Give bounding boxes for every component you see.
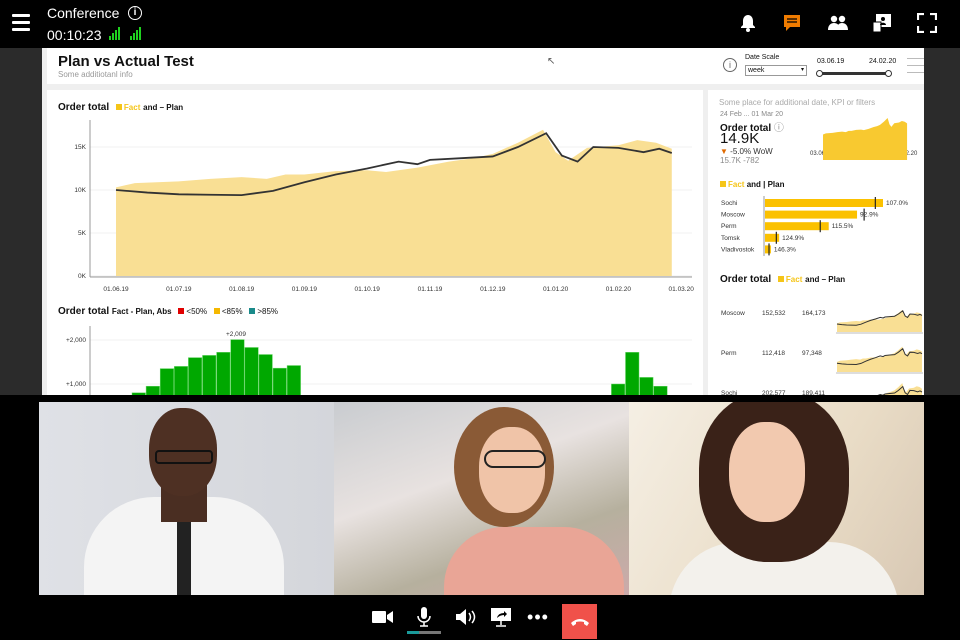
x-tick-label: 01.08.19 (229, 286, 255, 293)
hbar-fact (765, 210, 858, 219)
bell-icon[interactable] (737, 12, 759, 34)
row-fact-sparkline (880, 383, 922, 395)
mic-level-bar (407, 631, 441, 634)
charts-layer: 0K 5K 10K 15K 01.06.19 01.07.19 01.08.19 01.09.… (66, 118, 923, 395)
screen-share-icon[interactable] (489, 606, 513, 628)
diff-bar (159, 368, 174, 395)
hang-up-icon (570, 618, 589, 626)
video-tile-participant-3[interactable] (629, 402, 924, 595)
diff-bar (145, 385, 160, 395)
hbar-fact (765, 222, 829, 231)
diff-bar (653, 385, 668, 395)
row-city: Moscow (721, 310, 745, 317)
peak-label: +2,009 (226, 331, 246, 338)
diff-bar (611, 383, 626, 395)
row-plan: 164,173 (802, 310, 826, 317)
x-tick-label: 01.10.19 (355, 286, 381, 293)
diff-bar (216, 352, 231, 395)
video-tiles (39, 402, 924, 595)
y-tick-label: 0K (78, 273, 87, 280)
top-bar: Conference i 00:10:23 (0, 0, 960, 48)
row-fact: 202,577 (762, 390, 786, 395)
diff-bar (258, 354, 273, 395)
participant-face (729, 422, 805, 522)
diff-bar (174, 366, 189, 395)
hbar-fact (765, 199, 883, 207)
hbar-category: Tomsk (721, 235, 741, 242)
hang-up-button[interactable] (562, 604, 597, 639)
hbar-category: Moscow (721, 212, 745, 219)
x-tick-label: 01.03.20 (669, 286, 695, 293)
microphone-icon[interactable] (412, 606, 436, 628)
glasses (155, 450, 213, 464)
diff-bar (230, 339, 245, 395)
diff-bar (131, 392, 146, 395)
row-fact: 112,418 (762, 350, 785, 357)
y-tick-label: +1,000 (66, 381, 86, 388)
call-timer: 00:10:23 (47, 27, 102, 43)
participant-jacket (444, 527, 624, 595)
hbar-category: Perm (721, 223, 737, 230)
row-fact-sparkline (837, 310, 922, 332)
signal-icon (130, 27, 141, 40)
x-tick-label: 01.02.20 (606, 286, 632, 293)
chat-icon[interactable] (781, 12, 803, 34)
hbar-label: 146.3% (774, 246, 796, 253)
participant-tie (177, 522, 191, 595)
diff-bar (286, 365, 301, 395)
diff-bar (188, 357, 203, 395)
x-tick-label: 01.06.19 (103, 286, 129, 293)
signal-icon (109, 27, 120, 40)
info-icon[interactable]: i (128, 6, 142, 20)
hbar-fact (765, 233, 780, 242)
conference-title: Conference (47, 5, 120, 21)
glasses (484, 450, 546, 468)
fullscreen-icon[interactable] (916, 12, 938, 34)
diff-bar (639, 377, 654, 395)
hbar-category: Sochi (721, 200, 737, 207)
kpi-sparkline (823, 118, 908, 160)
x-tick-label: 01.12.19 (480, 286, 506, 293)
y-tick-label: 5K (78, 230, 87, 237)
row-city: Perm (721, 350, 737, 357)
more-icon[interactable]: ••• (526, 606, 550, 628)
diff-bar (625, 352, 640, 395)
hbar-label: 124.9% (782, 235, 804, 242)
shared-screen: Plan vs Actual Test Some additiotanl inf… (0, 48, 960, 395)
y-tick-label: +2,000 (66, 337, 86, 344)
hbar-label: 115.5% (832, 223, 854, 230)
speaker-icon[interactable] (454, 606, 478, 628)
mic-level-fill (407, 631, 419, 634)
hbar-label: 107.0% (886, 200, 908, 207)
x-tick-label: 01.09.19 (292, 286, 318, 293)
hbar-fact (765, 245, 771, 254)
x-tick-label: 01.01.20 (543, 286, 569, 293)
bottom-bar: ••• (0, 595, 960, 640)
camera-icon[interactable] (371, 606, 395, 628)
menu-icon[interactable] (12, 14, 30, 35)
row-city: Sochi (721, 390, 737, 395)
diff-bar (202, 355, 217, 395)
row-plan: 97,348 (802, 350, 822, 357)
contact-card-icon[interactable] (871, 12, 893, 34)
hbar-category: Vladivostok (721, 246, 755, 253)
x-tick-label: 01.07.19 (166, 286, 192, 293)
y-tick-label: 10K (74, 187, 86, 194)
video-tile-participant-1[interactable] (39, 402, 334, 595)
hbar-label: 92.9% (860, 212, 879, 219)
x-tick-label: 01.11.19 (418, 286, 443, 293)
participant-face (479, 427, 545, 513)
diff-bar (244, 347, 259, 395)
diff-bar (272, 367, 287, 395)
row-fact-sparkline (837, 346, 922, 372)
y-tick-label: 15K (74, 144, 86, 151)
video-tile-participant-2[interactable] (334, 402, 629, 595)
row-fact: 152,532 (762, 310, 786, 317)
row-plan: 189,411 (802, 390, 825, 395)
participants-icon[interactable] (827, 12, 849, 34)
